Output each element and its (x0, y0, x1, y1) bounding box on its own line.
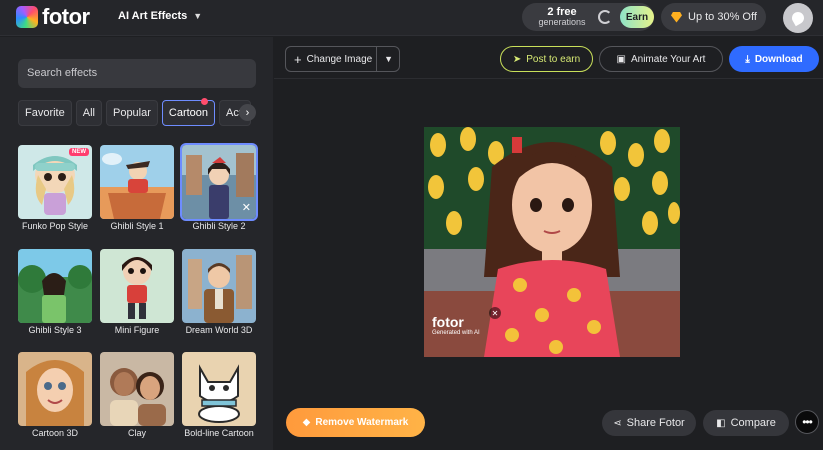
fotor-logo[interactable]: fotor (16, 6, 90, 28)
effect-thumb-mini-figure[interactable] (100, 249, 174, 323)
compare-label: Compare (730, 417, 776, 429)
effects-panel: Search effects Favorite All Popular Cart… (0, 37, 273, 450)
offer-button[interactable]: Up to 30% Off (661, 3, 766, 31)
effect-label: Ghibli Style 2 (192, 221, 246, 231)
post-to-earn-button[interactable]: ➤ Post to earn (500, 46, 593, 72)
effect-thumb-dream-world-3d[interactable] (182, 249, 256, 323)
app-root: fotor AI Art Effects ▼ 2 free generation… (0, 0, 823, 450)
chevron-down-icon: ▼ (193, 11, 203, 21)
video-icon: ▣ (616, 53, 626, 65)
category-tabs: Favorite All Popular Cartoon Acti (18, 100, 256, 126)
user-avatar[interactable] (783, 3, 813, 33)
effect-thumb-funko-pop[interactable]: NEW (18, 145, 92, 219)
generations-count: 2 free (547, 6, 577, 18)
effect-label: Clay (127, 428, 146, 438)
chevron-right-icon[interactable]: › (239, 104, 256, 121)
compare-icon: ◧ (716, 417, 726, 429)
effect-label: Funko Pop Style (21, 221, 89, 231)
effect-thumb-ghibli-1[interactable] (100, 145, 174, 219)
magic-wand-icon: ✕ (241, 202, 251, 214)
diamond-icon: ◆ (302, 417, 311, 428)
share-icon: ⋖ (613, 417, 622, 429)
search-effects-input[interactable]: Search effects (18, 59, 256, 88)
bird-icon (789, 9, 807, 27)
effect-thumb-ghibli-2[interactable]: ✕ (180, 143, 258, 221)
offer-label: Up to 30% Off (688, 11, 757, 23)
effect-thumb-bold-line-cartoon[interactable] (182, 352, 256, 426)
close-icon[interactable]: ✕ (489, 307, 501, 319)
download-icon: ⤓ (745, 53, 750, 65)
effect-thumb-cartoon-3d[interactable] (18, 352, 92, 426)
refresh-icon[interactable] (598, 10, 612, 24)
earn-button[interactable]: Earn (620, 6, 654, 28)
watermark-subtitle: Generated with AI (432, 330, 480, 336)
notification-dot (201, 98, 208, 105)
share-label: Share Fotor (626, 417, 685, 429)
tab-popular[interactable]: Popular (105, 100, 158, 126)
tab-cartoon[interactable]: Cartoon (161, 100, 216, 126)
post-to-earn-label: Post to earn (526, 53, 581, 65)
menu-label: AI Art Effects (118, 10, 188, 22)
send-icon: ➤ (512, 53, 522, 65)
tab-all[interactable]: All (75, 100, 102, 126)
effect-thumb-clay[interactable] (100, 352, 174, 426)
generations-pill: 2 free generations Earn (522, 3, 654, 31)
compare-button[interactable]: ◧ Compare (703, 410, 789, 436)
generations-text: 2 free generations (534, 6, 590, 28)
chevron-down-icon[interactable]: ▼ (376, 47, 393, 71)
animate-art-button[interactable]: ▣ Animate Your Art (599, 46, 723, 72)
download-button[interactable]: ⤓ Download (729, 46, 819, 72)
effect-label: Cartoon 3D (31, 428, 79, 438)
change-image-label: Change Image (306, 53, 373, 65)
share-button[interactable]: ⋖ Share Fotor (602, 410, 696, 436)
effect-label: Ghibli Style 1 (110, 221, 164, 231)
remove-watermark-label: Remove Watermark (315, 417, 409, 428)
remove-watermark-button[interactable]: ◆ Remove Watermark (286, 408, 425, 437)
effect-label: Dream World 3D (185, 325, 253, 335)
logo-text: fotor (42, 4, 90, 29)
diamond-icon (671, 11, 682, 23)
change-image-button[interactable]: + Change Image ▼ (285, 46, 400, 72)
effect-thumb-ghibli-3[interactable] (18, 249, 92, 323)
new-badge: NEW (69, 148, 89, 156)
effect-label: Mini Figure (114, 325, 160, 335)
effect-label: Bold-line Cartoon (184, 428, 254, 438)
watermark: fotor Generated with AI (432, 314, 480, 336)
animate-label: Animate Your Art (630, 53, 706, 65)
download-label: Download (754, 53, 803, 65)
effect-label: Ghibli Style 3 (28, 325, 82, 335)
generations-label: generations (538, 17, 586, 27)
more-options-icon[interactable]: ••• (795, 410, 819, 434)
tab-favorite[interactable]: Favorite (18, 100, 72, 126)
top-bar: fotor AI Art Effects ▼ 2 free generation… (0, 0, 823, 36)
ai-art-effects-menu[interactable]: AI Art Effects ▼ (118, 10, 202, 22)
fotor-logo-icon (16, 6, 38, 28)
plus-icon: + (294, 51, 302, 67)
watermark-title: fotor (432, 314, 464, 330)
